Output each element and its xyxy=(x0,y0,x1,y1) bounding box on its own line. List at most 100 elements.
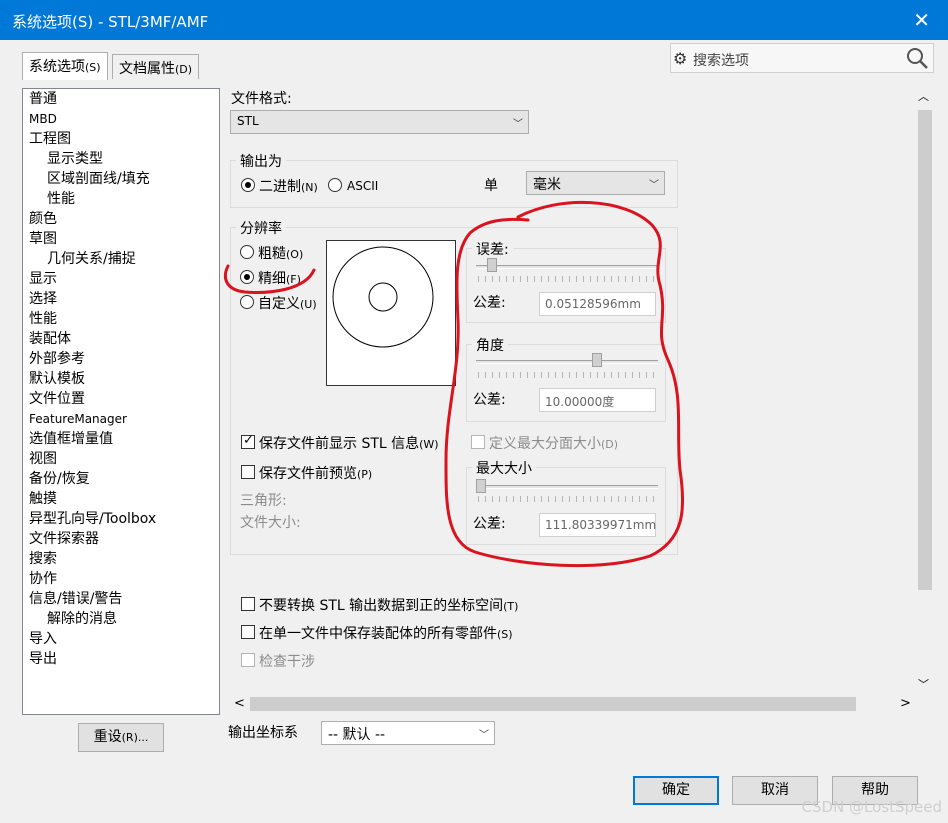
close-icon[interactable]: ✕ xyxy=(913,8,930,32)
angle-tolerance-field[interactable]: 10.00000度 xyxy=(539,388,656,412)
file-format-select[interactable]: STL ﹀ xyxy=(230,110,529,134)
tree-item[interactable]: MBD xyxy=(29,109,57,129)
single-file-checkbox[interactable] xyxy=(241,625,255,639)
deviation-slider-ticks xyxy=(478,276,658,282)
max-face-checkbox[interactable] xyxy=(471,435,485,449)
tree-item[interactable]: 默认模板 xyxy=(29,369,85,389)
unit-select[interactable]: 毫米 ﹀ xyxy=(526,171,665,195)
ascii-radio[interactable] xyxy=(328,178,342,192)
scroll-up-icon[interactable]: ︿ xyxy=(918,88,929,104)
coarse-label-text: 粗糙 xyxy=(258,246,286,262)
preview-checkbox[interactable] xyxy=(241,465,255,479)
fine-radio[interactable] xyxy=(240,270,254,284)
tree-item[interactable]: 导出 xyxy=(29,649,57,669)
no-transform-checkbox[interactable] xyxy=(241,597,255,611)
max-face-accel: (D) xyxy=(601,438,619,451)
tree-item[interactable]: 性能 xyxy=(29,309,57,329)
reset-label: 重设 xyxy=(93,729,122,745)
scroll-left-icon[interactable]: < xyxy=(234,696,245,711)
tree-item[interactable]: 协作 xyxy=(29,569,57,589)
vertical-scroll-thumb[interactable] xyxy=(918,110,932,590)
tree-item[interactable]: 颜色 xyxy=(29,209,57,229)
max-size-tolerance-field[interactable]: 111.80339971mm xyxy=(539,513,656,537)
horizontal-scroll-thumb[interactable] xyxy=(250,697,856,711)
angle-slider-thumb[interactable] xyxy=(592,353,602,367)
tree-item[interactable]: 草图 xyxy=(29,229,57,249)
options-tree[interactable]: 普通 MBD 工程图 显示类型 区域剖面线/填充 性能 颜色 草图 几何关系/捕… xyxy=(22,88,220,715)
binary-radio[interactable] xyxy=(241,178,255,192)
fine-label-text: 精细 xyxy=(258,271,286,287)
max-size-slider-thumb[interactable] xyxy=(476,479,486,493)
scroll-down-icon[interactable]: ﹀ xyxy=(918,676,929,692)
interference-label: 检查干涉 xyxy=(259,654,315,670)
search-icon[interactable] xyxy=(905,46,929,70)
tree-item[interactable]: 触摸 xyxy=(29,489,57,509)
tree-item[interactable]: 视图 xyxy=(29,449,57,469)
tree-item[interactable]: 几何关系/捕捉 xyxy=(47,249,136,269)
ok-button[interactable]: 确定 xyxy=(633,776,719,805)
preview-label: 保存文件前预览(P) xyxy=(259,463,372,483)
angle-slider-ticks xyxy=(478,372,658,378)
filesize-label: 文件大小: xyxy=(240,515,301,531)
tree-item[interactable]: 解除的消息 xyxy=(47,609,117,629)
tree-item[interactable]: 装配体 xyxy=(29,329,71,349)
no-transform-text: 不要转换 STL 输出数据到正的坐标空间 xyxy=(259,598,504,614)
tree-item[interactable]: 选择 xyxy=(29,289,57,309)
fine-radio-label: 精细(F) xyxy=(258,268,301,288)
chevron-down-icon: ﹀ xyxy=(649,180,659,191)
tree-item[interactable]: 选值框增量值 xyxy=(29,429,113,449)
deviation-slider-thumb[interactable] xyxy=(487,258,497,272)
custom-radio-label: 自定义(U) xyxy=(258,293,317,313)
tree-item[interactable]: 异型孔向导/Toolbox xyxy=(29,509,156,529)
tree-item[interactable]: 显示类型 xyxy=(47,149,103,169)
custom-label-text: 自定义 xyxy=(258,296,300,312)
tree-item[interactable]: 文件探索器 xyxy=(29,529,99,549)
max-size-slider-track[interactable] xyxy=(476,485,658,489)
tab-system-options[interactable]: 系统选项(S) xyxy=(22,52,108,80)
tree-item[interactable]: 信息/错误/警告 xyxy=(29,589,122,609)
tab-document-properties[interactable]: 文档属性(D) xyxy=(112,54,200,79)
tree-item[interactable]: 性能 xyxy=(47,189,75,209)
tree-item[interactable]: 导入 xyxy=(29,629,57,649)
max-size-slider-ticks xyxy=(478,496,658,502)
search-box[interactable]: ⚙ 搜索选项 xyxy=(670,43,934,73)
resolution-group-label: 分辨率 xyxy=(236,218,286,238)
single-file-accel: (S) xyxy=(497,628,513,641)
tree-item[interactable]: 文件位置 xyxy=(29,389,85,409)
interference-checkbox[interactable] xyxy=(241,653,255,667)
show-info-checkbox[interactable]: ✓ xyxy=(241,433,255,449)
tree-item[interactable]: 显示 xyxy=(29,269,57,289)
search-input[interactable]: 搜索选项 xyxy=(693,50,749,70)
custom-radio[interactable] xyxy=(240,295,254,309)
tab-label: 文档属性 xyxy=(119,61,175,77)
reset-button[interactable]: 重设(R)... xyxy=(78,723,164,752)
output-group-label: 输出为 xyxy=(236,151,286,171)
binary-radio-label: 二进制(N) xyxy=(259,176,318,196)
tree-item[interactable]: 区域剖面线/填充 xyxy=(47,169,150,189)
resolution-preview-diagram xyxy=(332,246,434,348)
tab-label: 系统选项 xyxy=(29,59,85,75)
scroll-right-icon[interactable]: > xyxy=(900,696,911,711)
single-file-label: 在单一文件中保存装配体的所有零部件(S) xyxy=(259,623,513,643)
show-info-accel: (W) xyxy=(419,438,439,451)
tree-item[interactable]: FeatureManager xyxy=(29,409,127,429)
tree-item[interactable]: 备份/恢复 xyxy=(29,469,90,489)
output-coord-select[interactable]: -- 默认 -- ﹀ xyxy=(321,721,495,745)
tree-item[interactable]: 外部参考 xyxy=(29,349,85,369)
tab-accel: (D) xyxy=(175,63,193,76)
tree-item[interactable]: 普通 xyxy=(29,89,57,109)
output-coord-label: 输出坐标系 xyxy=(228,725,298,741)
tree-item[interactable]: 搜索 xyxy=(29,549,57,569)
max-size-label: 最大大小 xyxy=(472,458,536,478)
ascii-radio-label: ASCII xyxy=(347,179,379,193)
deviation-slider-track[interactable] xyxy=(476,265,658,269)
coarse-radio[interactable] xyxy=(240,245,254,259)
no-transform-label: 不要转换 STL 输出数据到正的坐标空间(T) xyxy=(259,595,518,615)
tree-item[interactable]: 工程图 xyxy=(29,129,71,149)
angle-slider-track[interactable] xyxy=(476,360,658,364)
max-size-tolerance-label: 公差: xyxy=(473,516,506,532)
deviation-tolerance-field[interactable]: 0.05128596mm xyxy=(539,292,656,316)
tab-accel: (S) xyxy=(85,61,101,74)
resolution-preview xyxy=(326,240,456,386)
angle-label: 角度 xyxy=(472,335,508,355)
